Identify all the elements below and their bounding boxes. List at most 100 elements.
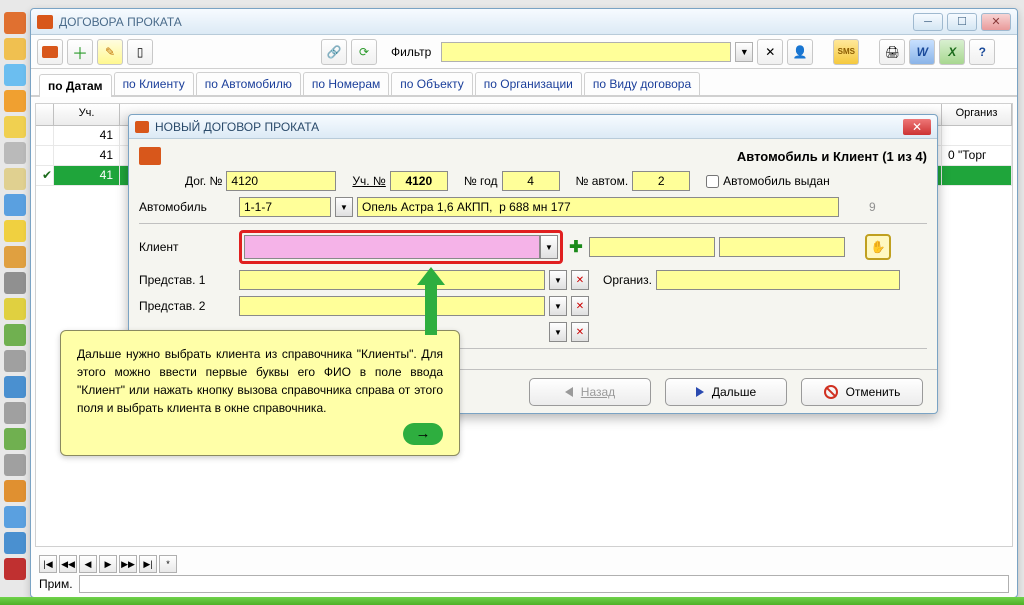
tab-dates[interactable]: по Датам <box>39 74 112 97</box>
side-icon[interactable] <box>4 454 26 476</box>
briefcase-icon <box>139 147 161 165</box>
tab-org[interactable]: по Организации <box>475 72 582 95</box>
no-avtom-input[interactable] <box>632 171 690 191</box>
add-button[interactable]: ＋ <box>67 39 93 65</box>
side-icon[interactable] <box>4 246 26 268</box>
predstav2-input[interactable] <box>239 296 545 316</box>
nav-prev-page[interactable]: ◀◀ <box>59 555 77 573</box>
auto-issued-checkbox[interactable] <box>706 175 719 188</box>
nav-asterisk[interactable]: * <box>159 555 177 573</box>
dog-no-label: Дог. № <box>185 174 222 188</box>
filter-dropdown-button[interactable]: ▼ <box>735 42 753 62</box>
tooltip-next-button[interactable]: → <box>403 423 443 445</box>
side-icon[interactable] <box>4 480 26 502</box>
next-button[interactable]: Дальше <box>665 378 787 406</box>
side-icon[interactable] <box>4 194 26 216</box>
side-icon[interactable] <box>4 532 26 554</box>
back-button[interactable]: Назад <box>529 378 651 406</box>
cancel-button[interactable]: Отменить <box>801 378 923 406</box>
side-icon[interactable] <box>4 506 26 528</box>
side-icon[interactable] <box>4 376 26 398</box>
side-icon[interactable] <box>4 12 26 34</box>
clear-filter-button[interactable]: ✕ <box>757 39 783 65</box>
tab-contract-type[interactable]: по Виду договора <box>584 72 700 95</box>
dialog-titlebar: НОВЫЙ ДОГОВОР ПРОКАТА ✕ <box>129 115 937 139</box>
maximize-button[interactable]: ☐ <box>947 13 977 31</box>
briefcase-icon <box>37 15 53 29</box>
grid-col-org[interactable]: Организ <box>942 104 1012 125</box>
back-icon <box>565 387 573 397</box>
dialog-step-heading: Автомобиль и Клиент (1 из 4) <box>737 149 927 164</box>
client-extra1[interactable] <box>589 237 715 257</box>
side-icon[interactable] <box>4 402 26 424</box>
word-button[interactable]: W <box>909 39 935 65</box>
predstav1-dropdown[interactable]: ▼ <box>549 270 567 290</box>
doc-button[interactable]: ▯ <box>127 39 153 65</box>
nav-next[interactable]: ▶ <box>99 555 117 573</box>
side-icon[interactable] <box>4 324 26 346</box>
side-icon[interactable] <box>4 350 26 372</box>
client-hand-button[interactable]: ✋ <box>865 234 891 260</box>
refresh-button[interactable]: ⟳ <box>351 39 377 65</box>
organiz-input[interactable] <box>656 270 900 290</box>
side-icon[interactable] <box>4 298 26 320</box>
nav-prev[interactable]: ◀ <box>79 555 97 573</box>
excel-button[interactable]: X <box>939 39 965 65</box>
client-input[interactable] <box>244 235 540 259</box>
nav-last[interactable]: ▶| <box>139 555 157 573</box>
side-icon[interactable] <box>4 116 26 138</box>
briefcase-button[interactable] <box>37 39 63 65</box>
tab-auto[interactable]: по Автомобилю <box>196 72 301 95</box>
edit-button[interactable]: ✎ <box>97 39 123 65</box>
prim-input[interactable] <box>79 575 1009 593</box>
side-icon[interactable] <box>4 64 26 86</box>
extra-clear[interactable]: ✕ <box>571 322 589 342</box>
side-icon[interactable] <box>4 428 26 450</box>
sms-button[interactable]: SMS <box>833 39 859 65</box>
cancel-icon <box>824 385 838 399</box>
auto-desc-input[interactable] <box>357 197 839 217</box>
predstav1-clear[interactable]: ✕ <box>571 270 589 290</box>
tab-object[interactable]: по Объекту <box>391 72 473 95</box>
grid-col-uch[interactable]: Уч. <box>54 104 120 125</box>
side-icon[interactable] <box>4 272 26 294</box>
filter-input[interactable] <box>441 42 731 62</box>
close-button[interactable]: ✕ <box>981 13 1011 31</box>
minimize-button[interactable]: ─ <box>913 13 943 31</box>
tabs: по Датам по Клиенту по Автомобилю по Ном… <box>31 69 1017 97</box>
nav-first[interactable]: |◀ <box>39 555 57 573</box>
side-icon[interactable] <box>4 142 26 164</box>
predstav2-clear[interactable]: ✕ <box>571 296 589 316</box>
auto-code-input[interactable] <box>239 197 331 217</box>
user-button[interactable]: 👤 <box>787 39 813 65</box>
auto-code-dropdown[interactable]: ▼ <box>335 197 353 217</box>
side-icon[interactable] <box>4 38 26 60</box>
tab-client[interactable]: по Клиенту <box>114 72 194 95</box>
print-button[interactable]: 🖨 <box>879 39 905 65</box>
side-icon[interactable] <box>4 90 26 112</box>
grid-col-mark[interactable] <box>36 104 54 125</box>
link-button[interactable]: 🔗 <box>321 39 347 65</box>
extra-dropdown[interactable]: ▼ <box>549 322 567 342</box>
side-icon[interactable] <box>4 558 26 580</box>
predstav2-dropdown[interactable]: ▼ <box>549 296 567 316</box>
auto-label: Автомобиль <box>139 200 235 214</box>
client-add-button[interactable]: ✚ <box>567 236 585 258</box>
side-icon[interactable] <box>4 220 26 242</box>
client-extra2[interactable] <box>719 237 845 257</box>
dog-no-input[interactable] <box>226 171 336 191</box>
tab-numbers[interactable]: по Номерам <box>303 72 389 95</box>
toolbar: ＋ ✎ ▯ 🔗 ⟳ Фильтр ▼ ✕ 👤 SMS 🖨 W X ? <box>31 35 1017 69</box>
side-icon[interactable] <box>4 168 26 190</box>
help-tooltip: Дальше нужно выбрать клиента из справочн… <box>60 330 460 456</box>
help-button[interactable]: ? <box>969 39 995 65</box>
nav-next-page[interactable]: ▶▶ <box>119 555 137 573</box>
predstav1-input[interactable] <box>239 270 545 290</box>
dialog-close-button[interactable]: ✕ <box>903 119 931 135</box>
tooltip-arrow-icon <box>425 281 437 335</box>
no-god-input[interactable] <box>502 171 560 191</box>
uch-no-input[interactable] <box>390 171 448 191</box>
client-dropdown-button[interactable]: ▼ <box>540 235 558 259</box>
prim-row: Прим. <box>39 575 1009 593</box>
predstav1-label: Представ. 1 <box>139 273 235 287</box>
